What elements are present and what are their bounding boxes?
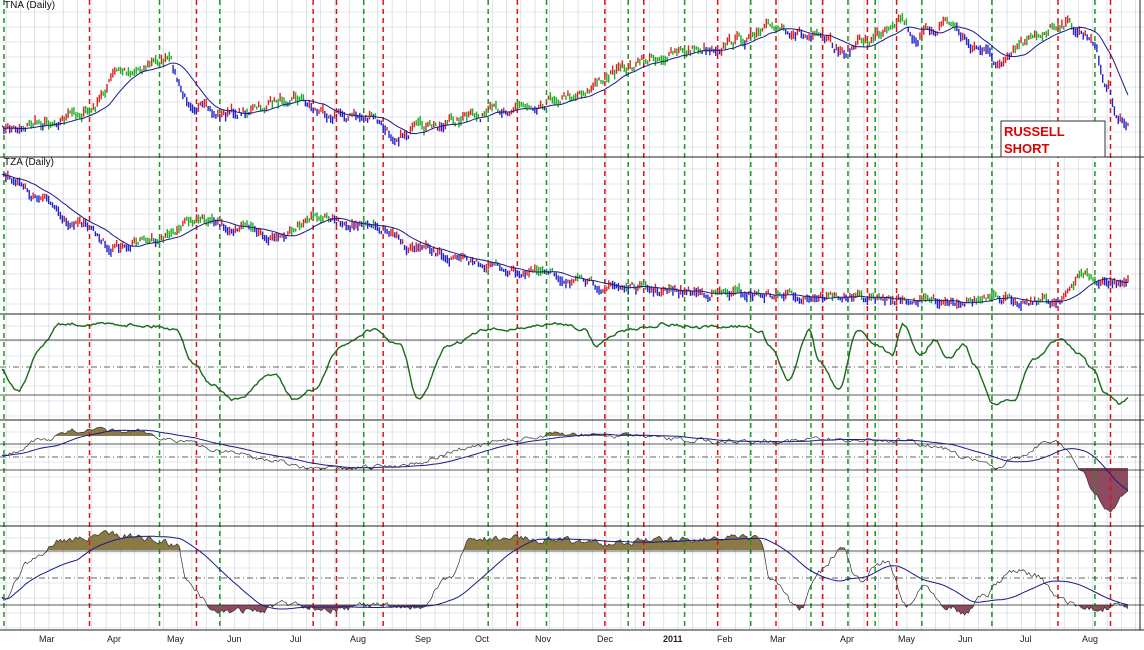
panel-title-tza: TZA (Daily) [4, 157, 54, 168]
x-axis-tick-label: Nov [535, 634, 552, 644]
panel-frames-layer [0, 0, 1144, 631]
tna-bars [3, 12, 1129, 147]
tna-moving-average-line [1, 26, 1129, 135]
annotation-line1: RUSSELL [1004, 124, 1065, 139]
grid-layer [0, 0, 1144, 630]
chart-svg: TNA (Daily) TZA (Daily) Mar Apr May Jun Jul A… [0, 0, 1144, 644]
annotation-line2: SHORT [1004, 141, 1050, 156]
x-axis-tick-label: Dec [597, 634, 614, 644]
x-axis-tick-label: May [898, 634, 916, 644]
x-axis-tick-label: Jul [1020, 634, 1032, 644]
x-axis: Mar Apr May Jun Jul Aug Sep Oct Nov Dec 2011 Feb Mar… [39, 634, 1098, 644]
histogram-fill-layer [2, 427, 1128, 615]
x-axis-tick-label: Jun [958, 634, 973, 644]
osc2-negative-fill [2, 457, 1128, 513]
osc3-positive-fill [2, 530, 1128, 550]
tza-moving-average-line [1, 174, 1128, 304]
chart-root: TNA (Daily) TZA (Daily) Mar Apr May Jun Jul A… [0, 0, 1144, 645]
x-axis-tick-label: Apr [840, 634, 854, 644]
x-axis-tick-label: Aug [1082, 634, 1098, 644]
x-axis-tick-label: Sep [415, 634, 431, 644]
oscillator-1-line [1, 321, 1129, 406]
tza-bars [3, 170, 1129, 311]
x-axis-tick-label: Oct [475, 634, 490, 644]
x-axis-tick-label: Mar [770, 634, 786, 644]
x-axis-tick-label: Feb [717, 634, 733, 644]
x-axis-tick-label: May [167, 634, 185, 644]
x-axis-tick-label: Aug [350, 634, 366, 644]
x-axis-tick-label: Jul [290, 634, 302, 644]
x-axis-tick-label: Apr [107, 634, 121, 644]
osc2-positive-fill [2, 427, 1128, 457]
x-axis-tick-label: Mar [39, 634, 55, 644]
panel-title-tna: TNA (Daily) [4, 0, 55, 11]
x-axis-tick-label: Jun [227, 634, 242, 644]
osc2-moving-average-line [1, 429, 1129, 491]
x-axis-tick-label: 2011 [663, 634, 683, 644]
signal-lines-layer [3, 0, 1112, 630]
osc3-negative-fill [2, 605, 1128, 615]
annotation-box: RUSSELL SHORT [1000, 120, 1106, 158]
